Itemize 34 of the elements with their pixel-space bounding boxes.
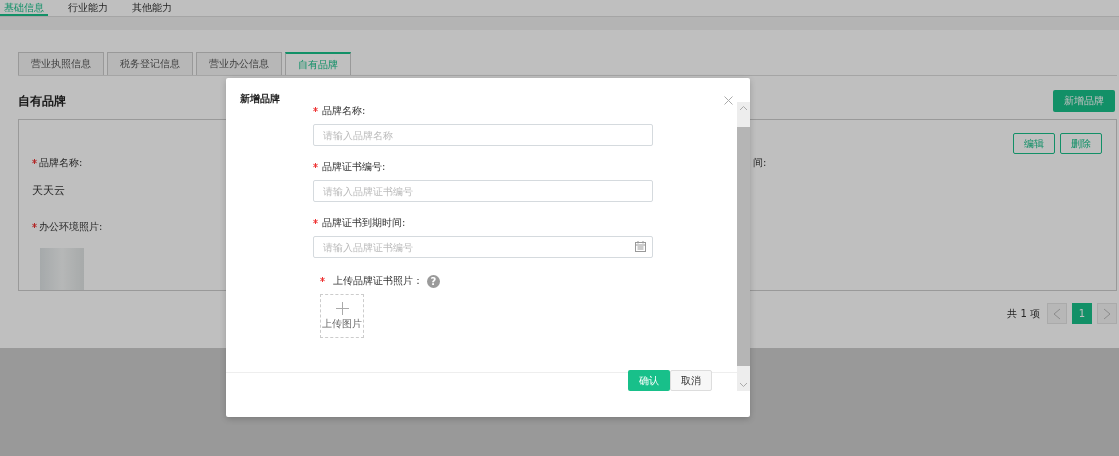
calendar-icon [635, 241, 646, 252]
dialog-title: 新增品牌 [240, 92, 280, 106]
field-label: 上传品牌证书照片： [333, 274, 423, 288]
cancel-button[interactable]: 取消 [670, 370, 712, 391]
nav-tab[interactable]: 其他能力 [128, 0, 176, 16]
next-page-button[interactable] [1097, 303, 1117, 324]
total-count: 共 1 项 [1007, 306, 1040, 321]
edit-button[interactable]: 编辑 [1013, 133, 1055, 154]
previous-page-button[interactable] [1047, 303, 1067, 324]
nav-tab[interactable]: 行业能力 [64, 0, 112, 16]
confirm-button[interactable]: 确认 [628, 370, 670, 391]
section-tab[interactable]: 税务登记信息 [107, 52, 193, 75]
section-tab[interactable]: 营业执照信息 [18, 52, 104, 75]
page-button[interactable]: 1 [1072, 303, 1092, 324]
close-icon[interactable] [724, 96, 733, 105]
help-icon[interactable]: ? [427, 274, 440, 288]
field-label: 品牌证书到期时间: [322, 217, 406, 228]
field-value: 天天云 [32, 184, 65, 198]
photo-placeholder [40, 248, 84, 290]
field-label: 品牌证书编号: [322, 161, 386, 172]
upload-button[interactable]: 上传图片 [320, 294, 364, 338]
section-tab[interactable]: 营业办公信息 [196, 52, 282, 75]
plus-icon [335, 301, 349, 315]
field-label: 间: [753, 156, 767, 170]
chevron-left-icon [1053, 307, 1061, 320]
section-title: 自有品牌 [18, 92, 66, 110]
scrollbar[interactable] [737, 102, 750, 391]
field-label: 品牌名称: [39, 157, 83, 168]
chevron-right-icon [1103, 307, 1111, 320]
field-label: 办公环境照片: [39, 221, 103, 232]
delete-button[interactable]: 删除 [1060, 133, 1102, 154]
field-label: 品牌名称: [322, 105, 366, 116]
add-brand-button[interactable]: 新增品牌 [1053, 90, 1115, 112]
section-tab[interactable]: 自有品牌 [285, 52, 351, 75]
